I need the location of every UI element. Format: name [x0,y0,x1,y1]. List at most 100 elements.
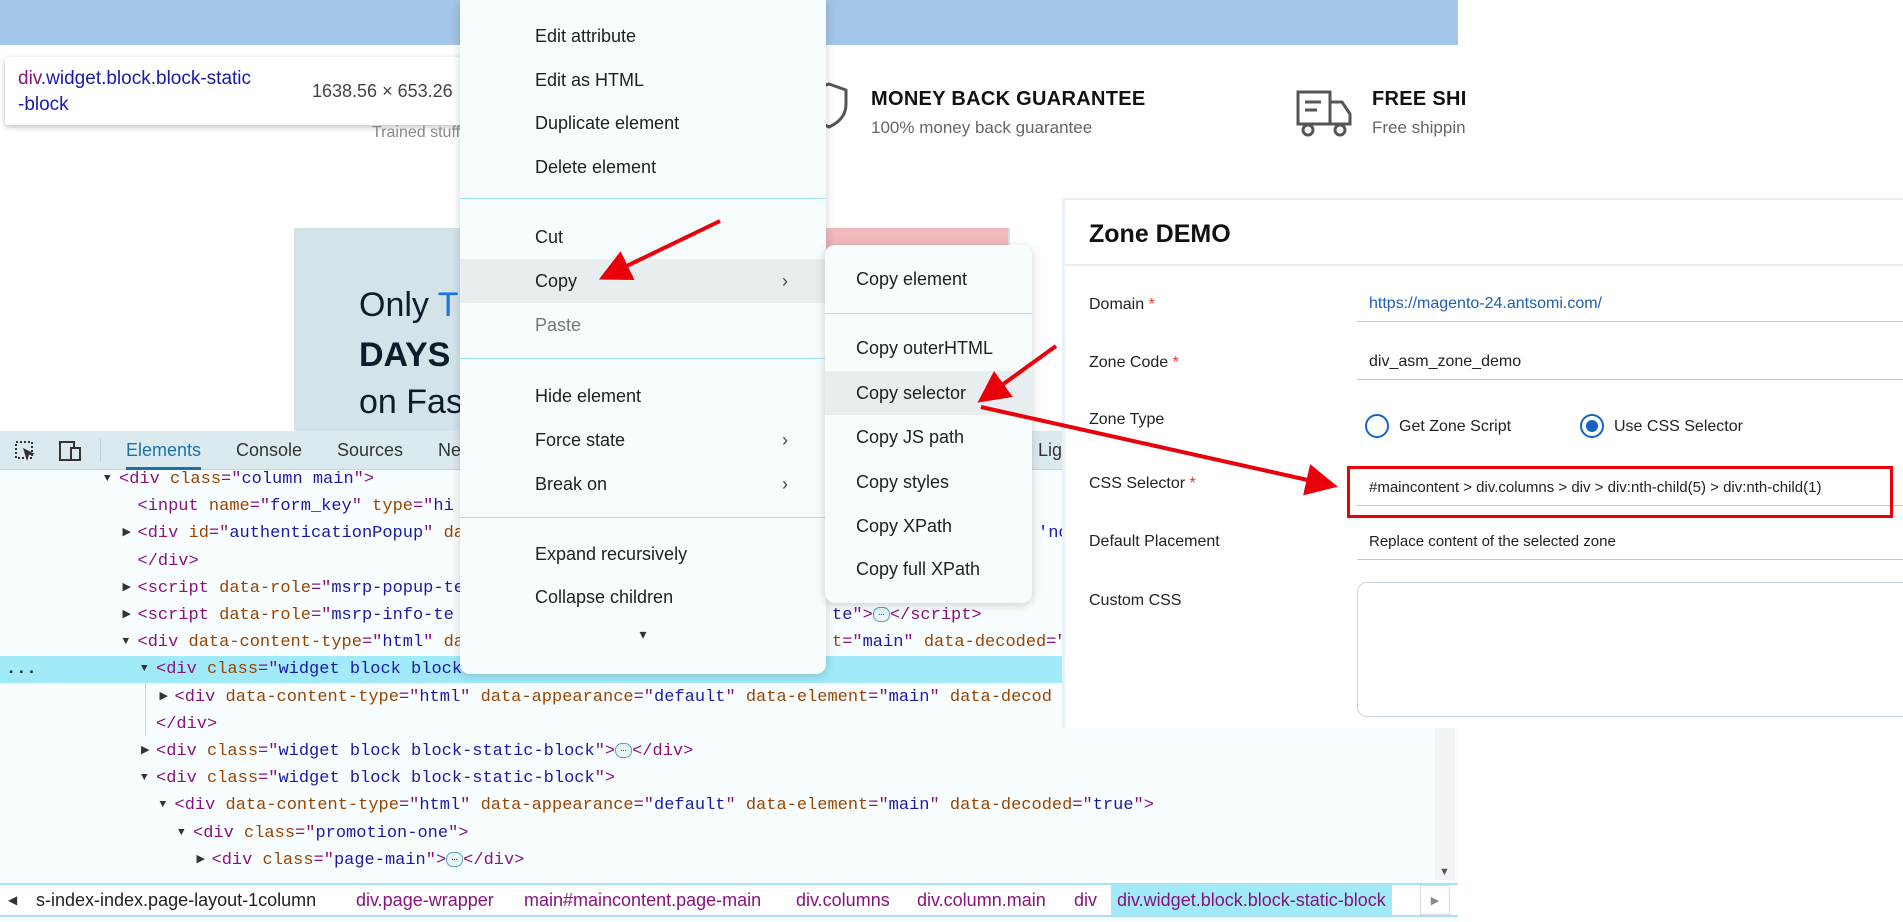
menu-item-collapse-children[interactable]: Collapse children [460,575,826,619]
expand-triangle-icon[interactable]: ▼ [178,820,185,847]
radio-label-use-css-selector[interactable]: Use CSS Selector [1614,418,1743,436]
row-actions-button[interactable]: ... [6,656,37,683]
attribute-value: html [419,687,461,707]
tag-text: </div> [156,714,218,734]
tab-elements[interactable]: Elements [126,431,202,470]
menu-item-expand-recursively[interactable]: Expand recursively [460,532,826,576]
breadcrumb-item[interactable]: div [1074,885,1097,915]
dom-tree-row[interactable]: ▶ <div class="widget block block-static-b… [0,738,1435,765]
radio-get-zone-script[interactable] [1365,414,1389,438]
tag-text: =" [313,850,334,870]
scroll-down-icon[interactable]: ▼ [1439,866,1450,878]
menu-divider [460,198,826,199]
expand-triangle-icon[interactable]: ▶ [123,520,131,547]
tag-text: <div [156,660,208,680]
tab-ne[interactable]: Ne [438,431,461,470]
attribute-value: main [862,633,904,653]
menu-item-label: Cut [535,227,564,247]
default-placement-select[interactable]: Replace content of the selected zone [1357,524,1903,560]
attribute-value: html [382,633,424,653]
attribute-name: class [170,470,222,489]
expand-triangle-icon[interactable]: ▶ [197,847,205,874]
dom-tree-row[interactable]: ▶ <div class="page-main">… </div> [0,847,1435,874]
domain-field[interactable]: https://magento-24.antsomi.com/ [1357,286,1903,322]
dom-tree-row[interactable]: ▼ <div class="widget block block-static-b… [0,765,1435,792]
menu-item-cut[interactable]: Cut [460,215,826,259]
expand-ellipsis-button[interactable]: … [615,743,633,759]
radio-use-css-selector[interactable] [1580,414,1604,438]
label-text: Zone Code [1089,354,1169,371]
breadcrumb-item[interactable]: main#maincontent.page-main [524,885,761,915]
row-code: <div id="authenticationPopup" da [138,520,464,547]
menu-item-label: Copy XPath [856,516,953,536]
menu-item-label: Paste [535,315,582,335]
expand-ellipsis-button[interactable]: … [872,607,890,623]
submenu-item-copy-outerhtml[interactable]: Copy outerHTML [825,326,1032,370]
expand-triangle-icon[interactable]: ▶ [160,684,168,711]
breadcrumb-item[interactable]: div.columns [796,885,890,915]
breadcrumb-item[interactable]: s-index-index.page-layout-1column [36,885,316,915]
dom-tree-row[interactable]: ▼ <div class="promotion-one"> [0,820,1435,847]
breadcrumb-item[interactable]: div.column.main [917,885,1046,915]
submenu-item-copy-xpath[interactable]: Copy XPath [825,504,1032,548]
menu-item-force-state[interactable]: Force state › [460,418,826,462]
tag-text: </div> [463,850,525,870]
menu-item-edit-attribute[interactable]: Edit attribute [460,14,826,58]
menu-item-copy[interactable]: Copy › [460,259,826,303]
expand-triangle-icon[interactable]: ▶ [123,602,131,629]
menu-item-edit-as-html[interactable]: Edit as HTML [460,58,826,102]
submenu-item-copy-selector[interactable]: Copy selector [825,371,1032,415]
inspect-element-icon[interactable] [14,440,38,462]
tab-console[interactable]: Console [236,431,302,470]
attribute-name: class [244,823,296,843]
row-code: <div class="widget block block-static-bl… [156,765,615,792]
breadcrumb-item[interactable]: div.page-wrapper [356,885,494,915]
radio-label-get-zone-script[interactable]: Get Zone Script [1399,418,1511,436]
trained-staff-partial: Trained stuffs [372,124,469,141]
tab-sources[interactable]: Sources [337,431,403,470]
menu-item-label: Duplicate element [535,113,680,133]
attribute-name: t [832,633,843,653]
tag-text: "> [425,850,447,870]
expand-ellipsis-button[interactable]: … [446,851,464,867]
menu-divider [825,313,1032,314]
zone-code-label: Zone Code * [1089,354,1179,372]
breadcrumb-scroll-right-icon[interactable]: ▶ [1420,885,1450,915]
menu-item-hide-element[interactable]: Hide element [460,374,826,418]
promo-line-2: DAYS [359,336,451,374]
tag-text: " [929,687,950,707]
device-toolbar-icon[interactable] [57,440,83,462]
menu-item-delete-element[interactable]: Delete element [460,145,826,189]
expand-triangle-icon[interactable]: ▶ [123,575,131,602]
expand-triangle-icon[interactable]: ▶ [141,738,149,765]
expand-triangle-icon[interactable]: ▼ [123,629,130,656]
header-divider [1065,264,1903,266]
breadcrumb-item[interactable]: div.widget.block.block-static-block [1111,885,1392,915]
tag-text: =" [310,606,332,625]
more-items-icon[interactable]: ▾ [460,626,826,643]
submenu-item-copy-styles[interactable]: Copy styles [825,460,1032,504]
submenu-item-copy-js-path[interactable]: Copy JS path [825,415,1032,459]
attribute-name: data-appearance [480,796,634,816]
expand-triangle-icon[interactable]: ▼ [160,792,167,819]
attribute-value: true [1092,796,1134,816]
attribute-name: data-element [745,687,869,707]
custom-css-textarea[interactable] [1357,582,1903,717]
tag-text: =" [868,687,889,707]
submenu-item-copy-full-xpath[interactable]: Copy full XPath [825,547,1032,591]
attribute-name: data-content-type [225,687,399,707]
dom-tree-row[interactable]: ▼ <div data-content-type="html" data-appe… [0,792,1435,819]
menu-item-break-on[interactable]: Break on › [460,462,826,506]
zone-code-field[interactable]: div_asm_zone_demo [1357,344,1903,380]
attribute-value: column main [241,470,354,489]
breadcrumb-scroll-left-icon[interactable]: ◀ [8,885,17,915]
expand-triangle-icon[interactable]: ▼ [141,765,148,792]
submenu-item-copy-element[interactable]: Copy element [825,257,1032,301]
tag-text: <div [137,524,189,544]
domain-label: Domain * [1089,296,1155,314]
expand-triangle-icon[interactable]: ▼ [104,466,111,493]
tag-text: "> [852,606,873,625]
tab-lig[interactable]: Lig [1038,431,1062,470]
menu-item-duplicate-element[interactable]: Duplicate element [460,101,826,145]
expand-triangle-icon[interactable]: ▼ [141,656,148,683]
